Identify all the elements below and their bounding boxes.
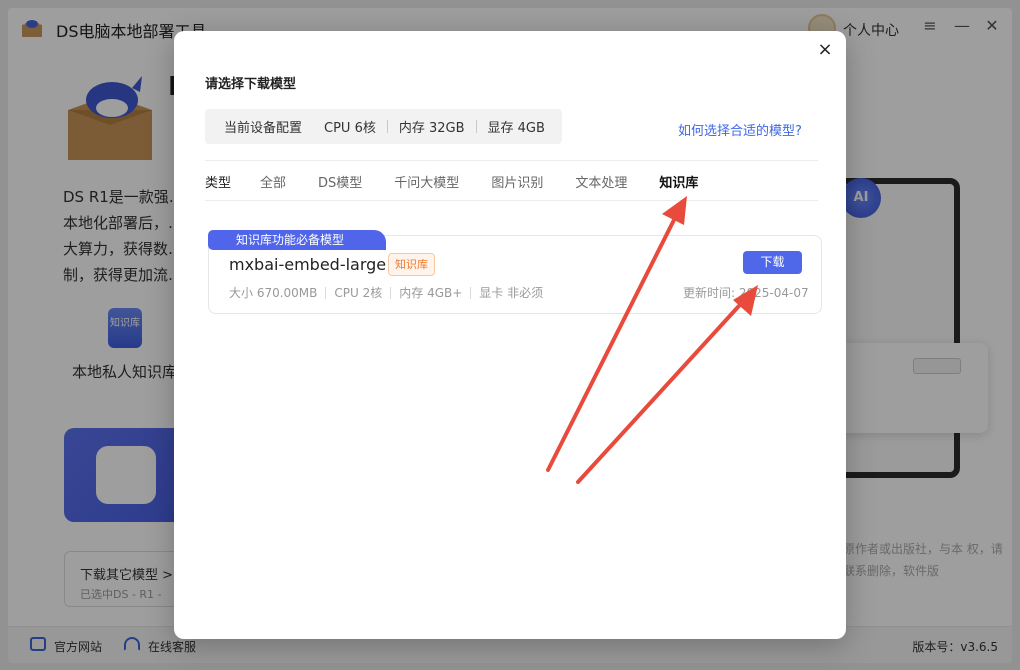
update-time: 更新时间: 2025-04-07 (683, 286, 809, 300)
model-gpu: 显卡 非必须 (479, 286, 544, 300)
divider (390, 286, 392, 299)
type-label: 类型 (205, 175, 232, 191)
model-name: mxbai-embed-large (229, 255, 387, 274)
device-config-bar: 当前设备配置 CPU 6核 内存 32GB 显存 4GB (205, 109, 562, 144)
divider (470, 286, 472, 299)
model-memory: 内存 4GB+ (399, 286, 463, 300)
required-ribbon: 知识库功能必备模型 (208, 230, 386, 250)
tab-all[interactable]: 全部 (260, 172, 286, 191)
model-size: 大小 670.00MB (229, 286, 318, 300)
tab-image-recognition[interactable]: 图片识别 (491, 172, 543, 191)
model-specs: 大小 670.00MB CPU 2核 内存 4GB+ 显卡 非必须 (229, 284, 543, 301)
tab-knowledge-base[interactable]: 知识库 (659, 172, 698, 191)
config-memory: 内存 32GB (398, 121, 465, 136)
divider (205, 200, 818, 201)
dialog-title: 请选择下载模型 (205, 77, 297, 92)
tab-ds-models[interactable]: DS模型 (318, 172, 362, 191)
tab-text-processing[interactable]: 文本处理 (575, 172, 627, 191)
help-link[interactable]: 如何选择合适的模型? (678, 120, 802, 139)
model-card: 知识库功能必备模型 mxbai-embed-large 知识库 大小 670.0… (208, 230, 822, 314)
download-model-dialog: 请选择下载模型 × 当前设备配置 CPU 6核 内存 32GB 显存 4GB 如… (174, 31, 846, 639)
model-tag-badge: 知识库 (388, 253, 435, 276)
model-cpu: CPU 2核 (334, 286, 383, 300)
close-icon[interactable]: × (814, 39, 836, 61)
download-button[interactable]: 下载 (743, 251, 802, 274)
tab-qwen-models[interactable]: 千问大模型 (394, 172, 459, 191)
config-label: 当前设备配置 (224, 121, 303, 136)
model-type-tabs: 类型 全部 DS模型 千问大模型 图片识别 文本处理 知识库 (205, 161, 730, 201)
config-gpu: 显存 4GB (487, 121, 545, 136)
config-cpu: CPU 6核 (324, 121, 376, 136)
divider (325, 286, 327, 299)
